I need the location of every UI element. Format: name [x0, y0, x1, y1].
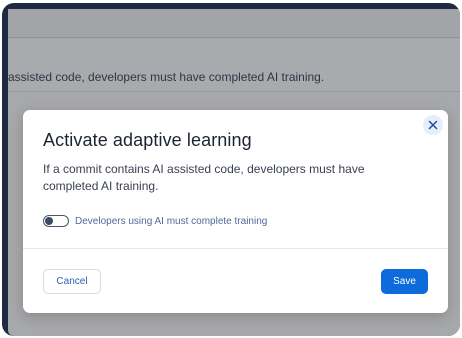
dialog-title: Activate adaptive learning: [43, 130, 252, 150]
close-icon: [428, 120, 438, 130]
toggle-label[interactable]: Developers using AI must complete traini…: [75, 216, 267, 227]
background-description: assisted code, developers must have comp…: [8, 70, 325, 84]
training-toggle[interactable]: [43, 215, 69, 227]
dialog-description: If a commit contains AI assisted code, d…: [43, 162, 365, 193]
close-button[interactable]: [423, 115, 443, 135]
cancel-button[interactable]: Cancel: [43, 269, 101, 294]
training-toggle-row: Developers using AI must complete traini…: [43, 215, 267, 227]
screenshot-frame: assisted code, developers must have comp…: [0, 0, 462, 338]
toggle-knob: [45, 217, 53, 225]
background-settings-panel: assisted code, developers must have comp…: [8, 39, 460, 92]
save-button[interactable]: Save: [381, 269, 428, 294]
dialog-divider: [23, 248, 448, 249]
background-header: [8, 9, 460, 38]
activate-adaptive-learning-dialog: Activate adaptive learning If a commit c…: [23, 110, 448, 313]
